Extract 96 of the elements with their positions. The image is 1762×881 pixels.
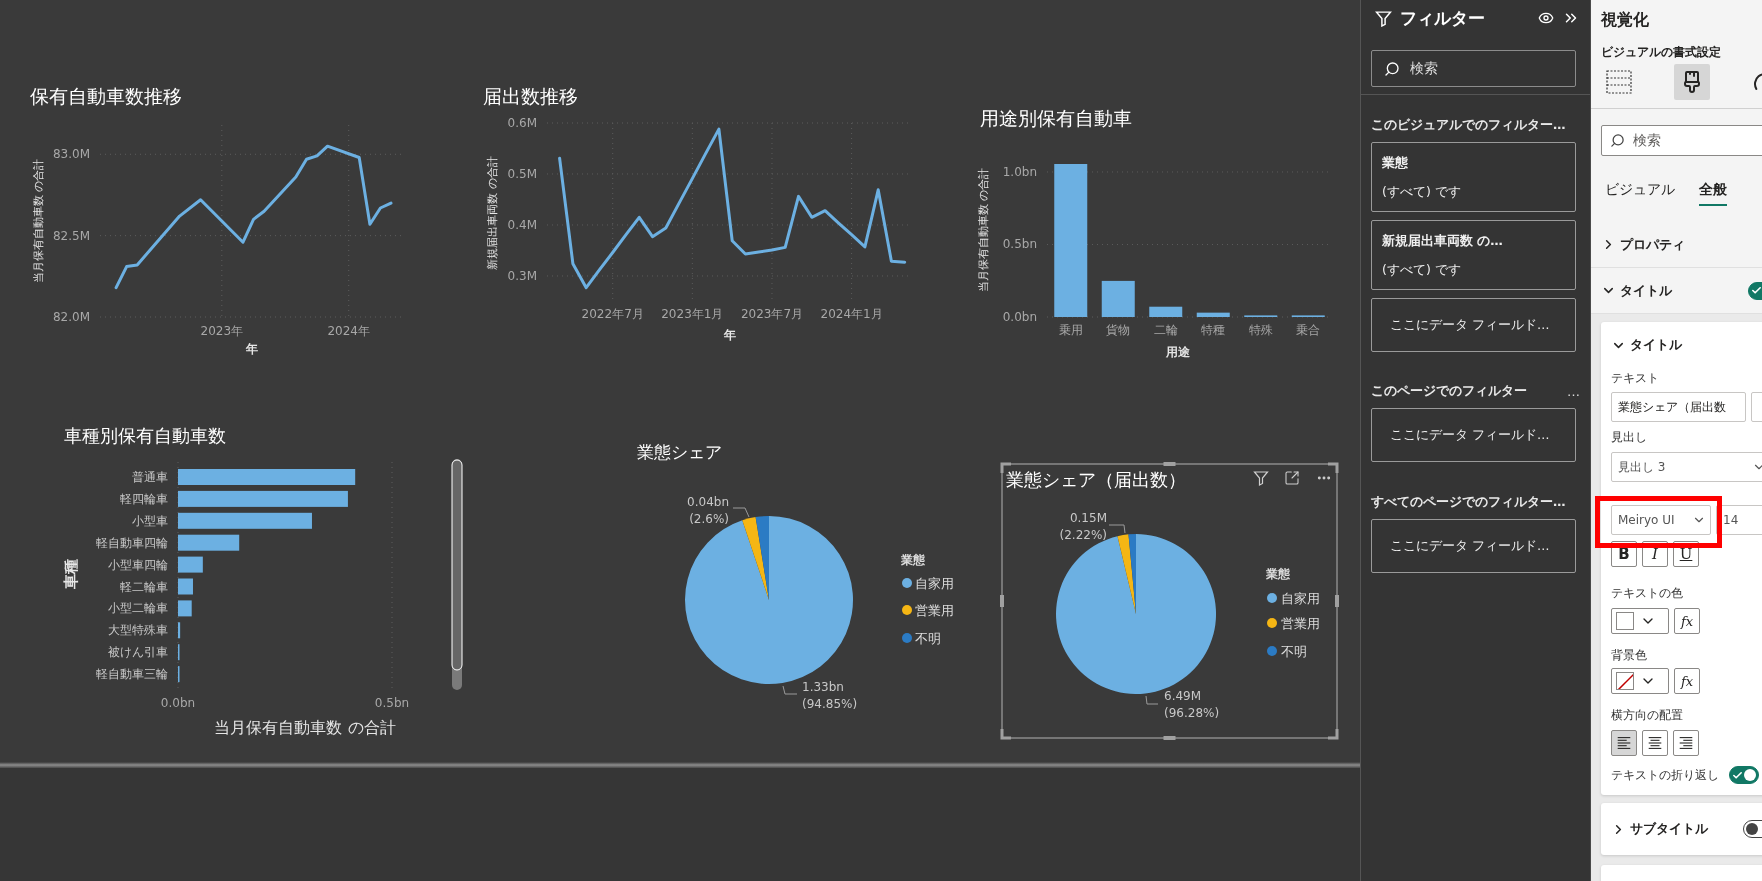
section-label[interactable]: プロパティ xyxy=(1620,235,1762,254)
axis-tick-label: 軽四輪車 xyxy=(120,491,168,506)
axis-title: 当月保有自動車数 の合計 xyxy=(976,167,990,293)
filter-field: 業態 xyxy=(1382,154,1565,172)
chart-title: 車種別保有自動車数 xyxy=(64,424,226,446)
chart-title: 届出数推移 xyxy=(483,85,578,107)
axis-tick-label: 2024年 xyxy=(327,324,370,338)
drop-zone[interactable]: ここにデータ フィールド… xyxy=(1371,298,1576,352)
field-label: テキストの折り返し xyxy=(1611,767,1719,784)
section-label[interactable]: タイトル xyxy=(1630,336,1762,354)
chart-title: 用途別保有自動車 xyxy=(980,107,1132,129)
axis-tick-label: 軽二輪車 xyxy=(120,579,168,594)
data-label: 0.15M (2.22%) xyxy=(1059,511,1107,542)
filter-condition: (すべて) です xyxy=(1382,183,1462,201)
axis-tick-label: 82.0M xyxy=(52,310,90,324)
legend-label[interactable]: 自家用 xyxy=(1281,590,1320,606)
axis-tick-label: 特種 xyxy=(1201,323,1226,337)
axis-tick-label: 2023年1月 xyxy=(661,307,724,321)
axis-tick-label: 2023年 xyxy=(200,324,244,338)
filter-field: 新規届出車両数 の… xyxy=(1382,232,1565,250)
field-label: 背景色 xyxy=(1611,647,1648,664)
data-label: 0.04bn (2.6%) xyxy=(687,495,729,526)
axis-tick-label: 小型車 xyxy=(132,513,168,528)
section-heading: このページでのフィルター xyxy=(1371,382,1527,400)
section-label[interactable]: タイトル xyxy=(1620,281,1744,300)
axis-tick-label: 2024年1月 xyxy=(820,307,883,321)
axis-tick-label: 普通車 xyxy=(132,470,168,484)
legend-label[interactable]: 不明 xyxy=(915,630,941,646)
axis-tick-label: 小型車四輪 xyxy=(108,557,168,572)
axis-tick-label: 2022年7月 xyxy=(581,307,644,321)
data-label: 6.49M (96.28%) xyxy=(1164,689,1220,720)
chart-title: 保有自動車数推移 xyxy=(30,85,182,107)
axis-tick-label: 特殊 xyxy=(1248,323,1273,337)
formula-button[interactable]: fx xyxy=(1674,608,1700,634)
field-label: テキストの色 xyxy=(1611,585,1684,602)
data-label: 1.33bn (94.85%) xyxy=(802,680,858,711)
axis-tick-label: 0.5bn xyxy=(1002,237,1037,252)
search-field[interactable]: 検索 xyxy=(1601,125,1762,156)
axis-title: 当月保有自動車数 の合計 xyxy=(31,158,45,284)
legend-label[interactable]: 不明 xyxy=(1281,643,1307,659)
axis-title: 年 xyxy=(724,328,736,342)
tab[interactable]: 全般 xyxy=(1699,176,1727,206)
axis-tick-label: 被けん引車 xyxy=(108,645,168,660)
field-label: テキスト xyxy=(1611,370,1660,387)
axis-tick-label: 乗用 xyxy=(1058,323,1083,337)
axis-title: 用途 xyxy=(1166,345,1190,359)
axis-title: 年 xyxy=(246,342,258,356)
chart-title: 業態シェア xyxy=(637,442,722,462)
axis-tick-label: 軽自動車四輪 xyxy=(96,535,168,550)
legend-label[interactable]: 営業用 xyxy=(1281,615,1320,631)
font-dropdown[interactable]: Meiryo UI xyxy=(1611,505,1711,535)
axis-tick-label: 0.0bn xyxy=(160,696,196,710)
legend-title: 業態 xyxy=(1266,567,1290,581)
formula-button[interactable]: fx xyxy=(1674,668,1700,694)
pane-title: フィルター xyxy=(1400,6,1486,30)
drop-zone[interactable]: ここにデータ フィールド… xyxy=(1371,519,1576,573)
field-label: 見出し xyxy=(1611,429,1648,446)
axis-tick-label: 0.5bn xyxy=(374,696,410,710)
axis-title: 当月保有自動車数 の合計 xyxy=(214,717,396,737)
axis-tick-label: 二輪 xyxy=(1153,323,1178,337)
filter-card[interactable]: 業態 (すべて) です xyxy=(1371,142,1576,212)
legend-label[interactable]: 自家用 xyxy=(915,575,954,591)
tab[interactable]: ビジュアル xyxy=(1605,176,1675,206)
axis-tick-label: 83.0M xyxy=(52,147,90,162)
section-label[interactable]: サブタイトル xyxy=(1630,820,1739,838)
legend-label[interactable]: 営業用 xyxy=(915,602,954,618)
text-input[interactable]: 業態シェア（届出数 xyxy=(1611,392,1746,422)
field-label: 横方向の配置 xyxy=(1611,707,1684,724)
filter-condition: (すべて) です xyxy=(1382,261,1462,279)
pane-subtitle: ビジュアルの書式設定 xyxy=(1601,44,1722,60)
pane-title: 視覚化 xyxy=(1601,9,1650,31)
axis-tick-label: 0.6M xyxy=(507,116,537,130)
axis-title: 車種 xyxy=(62,559,80,589)
axis-tick-label: 小型二輪車 xyxy=(108,601,168,616)
axis-tick-label: 0.3M xyxy=(507,268,537,283)
axis-title: 新規届出車両数 の合計 xyxy=(485,156,499,270)
axis-tick-label: 2023年7月 xyxy=(740,307,804,321)
filter-card[interactable]: 新規届出車両数 の… (すべて) です xyxy=(1371,220,1576,290)
axis-tick-label: 1.0bn xyxy=(1002,165,1037,179)
section-heading: すべてのページでのフィルター… xyxy=(1371,493,1566,511)
search-field[interactable]: 検索 xyxy=(1371,50,1576,87)
legend-title: 業態 xyxy=(901,553,925,567)
font-size-input[interactable]: 14 xyxy=(1716,505,1762,535)
axis-tick-label: 大型特殊車 xyxy=(108,623,168,638)
axis-tick-label: 0.5M xyxy=(507,167,537,181)
chart-title: 業態シェア（届出数） xyxy=(1006,468,1186,490)
axis-tick-label: 0.0bn xyxy=(1002,310,1037,324)
axis-tick-label: 乗合 xyxy=(1296,323,1321,337)
more-options-button[interactable]: … xyxy=(1567,383,1580,399)
axis-tick-label: 軽自動車三輪 xyxy=(96,667,168,682)
axis-tick-label: 貨物 xyxy=(1106,323,1131,337)
axis-tick-label: 82.5M xyxy=(52,228,90,243)
axis-tick-label: 0.4M xyxy=(507,218,537,232)
section-heading: このビジュアルでのフィルター… xyxy=(1371,116,1566,134)
drop-zone[interactable]: ここにデータ フィールド… xyxy=(1371,408,1576,462)
dropdown[interactable]: 見出し 3 xyxy=(1611,452,1762,482)
